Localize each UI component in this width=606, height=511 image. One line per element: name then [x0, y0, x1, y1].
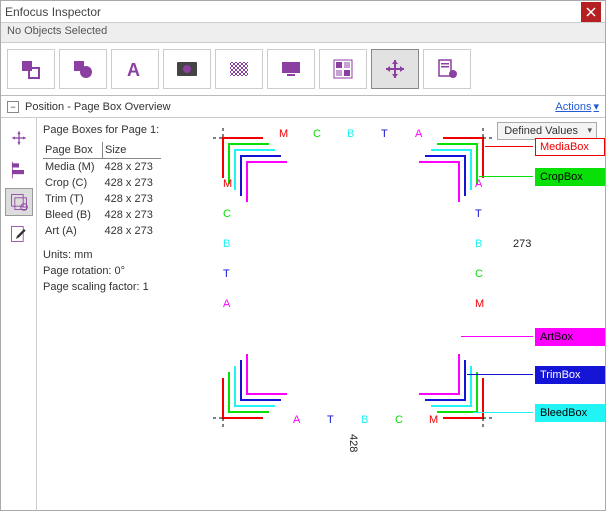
letter-M: M [279, 128, 288, 140]
prepress-tool[interactable] [423, 49, 471, 89]
letter-B3: B [223, 238, 230, 250]
pagebox-diagram: M C B T A A T B C M M C B T A A T B [213, 128, 493, 428]
letter-M4: M [475, 298, 484, 310]
side-pagebox-tool[interactable] [5, 188, 33, 216]
side-edit-tool[interactable] [5, 220, 33, 248]
side-align-tool[interactable] [5, 156, 33, 184]
lead-media [485, 146, 533, 147]
svg-text:A: A [127, 60, 140, 80]
edit-pagebox-icon [9, 224, 29, 244]
letter-T: T [381, 128, 388, 140]
lead-crop [479, 176, 533, 177]
table-row: Media (M)428 x 273 [43, 159, 161, 176]
dropdown-selected: Defined Values [504, 125, 578, 137]
table-row: Bleed (B)428 x 273 [43, 207, 161, 223]
inspector-window: Enfocus Inspector No Objects Selected A … [0, 0, 606, 511]
width-label: 428 [347, 434, 359, 452]
main-toolbar: A [1, 43, 605, 96]
align-icon [9, 160, 29, 180]
callout-trimbox: TrimBox [535, 366, 605, 384]
separations-icon [331, 57, 355, 81]
section-title: Position - Page Box Overview [25, 101, 555, 113]
letter-B2: B [361, 414, 368, 426]
col-size: Size [103, 142, 161, 159]
chevron-down-icon: ▾ [593, 100, 599, 113]
col-pagebox: Page Box [43, 142, 103, 159]
fill-stroke-tool[interactable] [7, 49, 55, 89]
letter-M3: M [223, 178, 232, 190]
letter-M2: M [429, 414, 438, 426]
main-panel: Defined Values Page Boxes for Page 1: Pa… [37, 118, 605, 511]
letter-T2: T [327, 414, 334, 426]
shapes-icon [71, 57, 95, 81]
letter-B4: B [475, 238, 482, 250]
close-button[interactable] [581, 2, 601, 22]
letter-A2: A [293, 414, 300, 426]
side-move-tool[interactable] [5, 124, 33, 152]
image-tool[interactable] [163, 49, 211, 89]
scaling-line: Page scaling factor: 1 [43, 281, 161, 293]
position-icon [383, 57, 407, 81]
image-icon [175, 57, 199, 81]
callout-bleedbox: BleedBox [535, 404, 605, 422]
position-tool[interactable] [371, 49, 419, 89]
letter-T4: T [475, 208, 482, 220]
letter-T3: T [223, 268, 230, 280]
pagebox-icon [9, 192, 29, 212]
prepress-icon [435, 57, 459, 81]
letter-A3: A [223, 298, 230, 310]
section-header: − Position - Page Box Overview Actions▾ [1, 96, 605, 118]
titlebar: Enfocus Inspector [1, 1, 605, 23]
letter-A4: A [475, 178, 482, 190]
units-line: Units: mm [43, 249, 161, 261]
actions-label: Actions [555, 101, 591, 113]
content-area: Defined Values Page Boxes for Page 1: Pa… [1, 118, 605, 511]
lead-trim [467, 374, 533, 375]
text-tool[interactable]: A [111, 49, 159, 89]
info-lines: Units: mm Page rotation: 0° Page scaling… [43, 249, 161, 293]
selection-status: No Objects Selected [1, 23, 605, 43]
table-row: Trim (T)428 x 273 [43, 191, 161, 207]
callout-cropbox: CropBox [535, 168, 605, 186]
screen-icon [279, 57, 303, 81]
collapse-toggle[interactable]: − [7, 101, 19, 113]
transparency-tool[interactable] [215, 49, 263, 89]
letter-C: C [313, 128, 321, 140]
table-header-row: Page Box Size [43, 142, 161, 159]
pagebox-svg [213, 128, 493, 428]
text-icon: A [123, 57, 147, 81]
letter-C2: C [395, 414, 403, 426]
lead-bleed [473, 412, 533, 413]
letter-B: B [347, 128, 354, 140]
table-row: Crop (C)428 x 273 [43, 175, 161, 191]
move-icon [9, 128, 29, 148]
callout-mediabox: MediaBox [535, 138, 605, 156]
lead-art [461, 336, 533, 337]
letter-C4: C [475, 268, 483, 280]
rotation-line: Page rotation: 0° [43, 265, 161, 277]
screen-tool[interactable] [267, 49, 315, 89]
actions-menu[interactable]: Actions▾ [555, 100, 599, 113]
height-label: 273 [513, 238, 531, 250]
letter-A: A [415, 128, 422, 140]
letter-C3: C [223, 208, 231, 220]
table-row: Art (A)428 x 273 [43, 223, 161, 239]
separations-tool[interactable] [319, 49, 367, 89]
callout-artbox: ArtBox [535, 328, 605, 346]
fill-stroke-icon [19, 57, 43, 81]
pagebox-table: Page Box Size Media (M)428 x 273 Crop (C… [43, 142, 161, 239]
window-title: Enfocus Inspector [5, 5, 581, 19]
side-toolbar [1, 118, 37, 511]
shapes-tool[interactable] [59, 49, 107, 89]
close-icon [586, 7, 596, 17]
transparency-icon [227, 57, 251, 81]
